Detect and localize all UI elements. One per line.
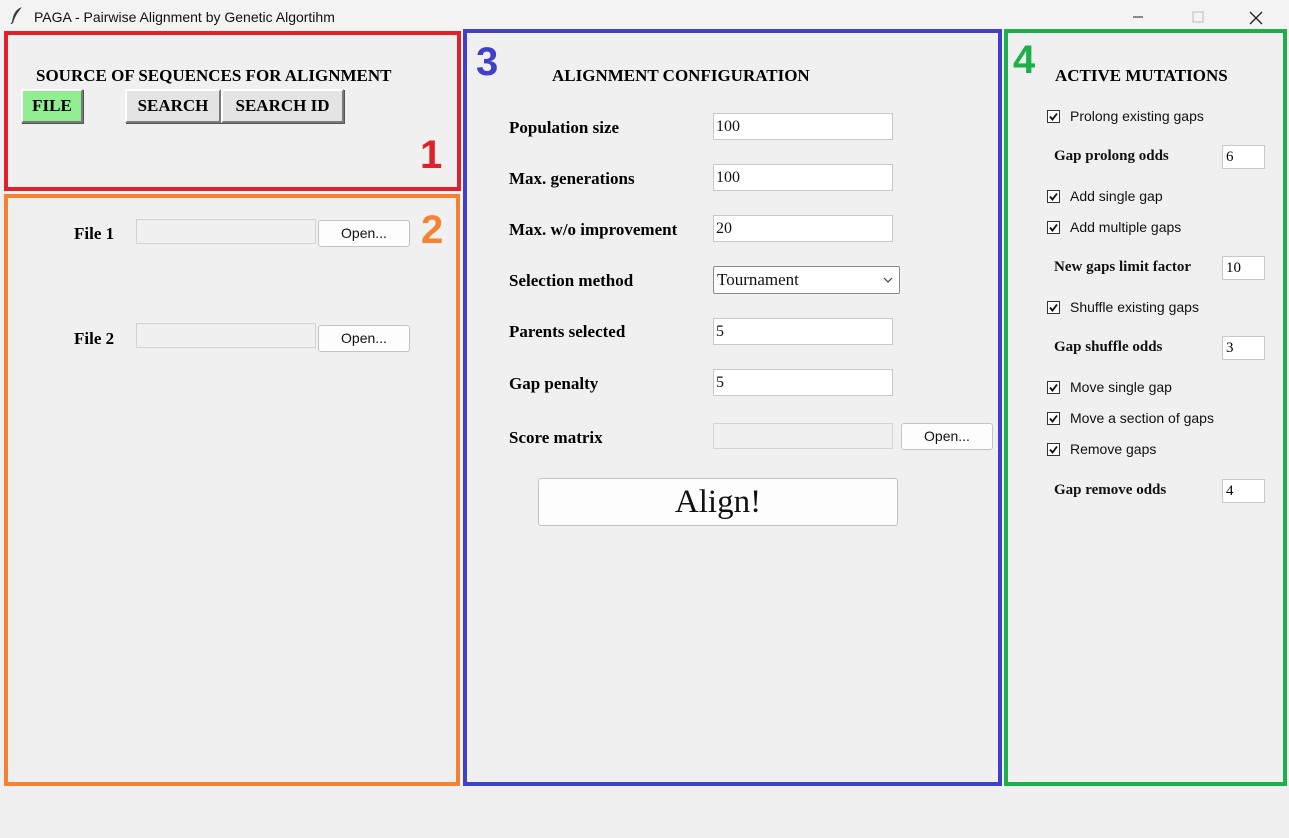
align-button[interactable]: Align! — [538, 478, 898, 526]
score-matrix-label: Score matrix — [509, 428, 603, 447]
population-size-input[interactable]: 100 — [713, 113, 893, 140]
annotation-box-files — [4, 194, 460, 786]
close-icon — [1249, 11, 1263, 25]
window-title: PAGA - Pairwise Alignment by Genetic Alg… — [34, 9, 335, 25]
max-generations-input[interactable]: 100 — [713, 164, 893, 191]
feather-app-icon — [10, 6, 24, 27]
max-wo-improvement-input[interactable]: 20 — [713, 215, 893, 242]
gap-shuffle-odds-label: Gap shuffle odds — [1054, 339, 1163, 355]
file1-open-button[interactable]: Open... — [318, 220, 410, 247]
selection-method-select[interactable]: Tournament — [713, 266, 900, 294]
add-multiple-gaps-checkbox[interactable]: Add multiple gaps — [1047, 219, 1181, 235]
max-wo-improvement-label: Max. w/o improvement — [509, 220, 678, 239]
selection-method-value: Tournament — [717, 270, 799, 289]
max-generations-label: Max. generations — [509, 169, 635, 188]
annotation-number-3: 3 — [476, 40, 499, 84]
gap-prolong-odds-label: Gap prolong odds — [1054, 148, 1169, 164]
checkbox-checked-icon — [1047, 220, 1060, 234]
prolong-gaps-label: Prolong existing gaps — [1070, 108, 1204, 124]
parents-selected-label: Parents selected — [509, 322, 626, 341]
add-single-gap-checkbox[interactable]: Add single gap — [1047, 188, 1163, 204]
source-heading: SOURCE OF SEQUENCES FOR ALIGNMENT — [36, 66, 392, 85]
checkbox-checked-icon — [1047, 411, 1060, 425]
new-gaps-limit-label: New gaps limit factor — [1054, 259, 1192, 275]
score-matrix-path-field[interactable] — [713, 423, 893, 449]
parents-selected-input[interactable]: 5 — [713, 318, 893, 345]
checkbox-checked-icon — [1047, 109, 1060, 123]
file-source-button[interactable]: FILE — [21, 89, 83, 123]
prolong-gaps-checkbox[interactable]: Prolong existing gaps — [1047, 108, 1204, 124]
gap-remove-odds-input[interactable]: 4 — [1222, 479, 1265, 503]
checkbox-checked-icon — [1047, 300, 1060, 314]
file2-path-field[interactable] — [136, 323, 316, 348]
move-single-gap-checkbox[interactable]: Move single gap — [1047, 379, 1172, 395]
maximize-icon — [1192, 11, 1204, 23]
search-source-button[interactable]: SEARCH — [125, 89, 221, 123]
selection-method-label: Selection method — [509, 271, 634, 290]
add-multiple-gaps-label: Add multiple gaps — [1070, 219, 1182, 235]
move-single-gap-label: Move single gap — [1070, 379, 1172, 395]
gap-shuffle-odds-input[interactable]: 3 — [1222, 336, 1265, 360]
gap-prolong-odds-input[interactable]: 6 — [1222, 145, 1265, 169]
move-section-checkbox[interactable]: Move a section of gaps — [1047, 410, 1214, 426]
checkbox-checked-icon — [1047, 442, 1060, 456]
annotation-number-1: 1 — [420, 133, 443, 177]
annotation-number-2: 2 — [421, 208, 444, 252]
gap-penalty-input[interactable]: 5 — [713, 369, 893, 396]
shuffle-gaps-label: Shuffle existing gaps — [1070, 299, 1199, 315]
file1-label: File 1 — [74, 224, 115, 243]
file2-open-button[interactable]: Open... — [318, 325, 410, 352]
annotation-box-config — [463, 29, 1002, 786]
minimize-icon — [1133, 16, 1143, 18]
mutations-heading: ACTIVE MUTATIONS — [1055, 66, 1228, 85]
maximize-button[interactable] — [1176, 5, 1220, 29]
gap-remove-odds-label: Gap remove odds — [1054, 482, 1167, 498]
minimize-button[interactable] — [1116, 5, 1160, 29]
checkbox-checked-icon — [1047, 189, 1060, 203]
gap-penalty-label: Gap penalty — [509, 374, 599, 393]
shuffle-gaps-checkbox[interactable]: Shuffle existing gaps — [1047, 299, 1199, 315]
checkbox-checked-icon — [1047, 380, 1060, 394]
score-matrix-open-button[interactable]: Open... — [901, 423, 993, 450]
new-gaps-limit-input[interactable]: 10 — [1222, 256, 1265, 280]
search-id-source-button[interactable]: SEARCH ID — [221, 89, 344, 123]
close-button[interactable] — [1234, 5, 1278, 29]
annotation-number-4: 4 — [1013, 38, 1036, 82]
annotation-box-mutations — [1004, 29, 1287, 786]
move-section-label: Move a section of gaps — [1070, 410, 1214, 426]
chevron-down-icon — [883, 277, 893, 283]
remove-gaps-label: Remove gaps — [1070, 441, 1157, 457]
file1-path-field[interactable] — [136, 219, 316, 244]
config-heading: ALIGNMENT CONFIGURATION — [552, 66, 810, 85]
population-size-label: Population size — [509, 118, 620, 137]
remove-gaps-checkbox[interactable]: Remove gaps — [1047, 441, 1156, 457]
file2-label: File 2 — [74, 329, 115, 348]
add-single-gap-label: Add single gap — [1070, 188, 1163, 204]
